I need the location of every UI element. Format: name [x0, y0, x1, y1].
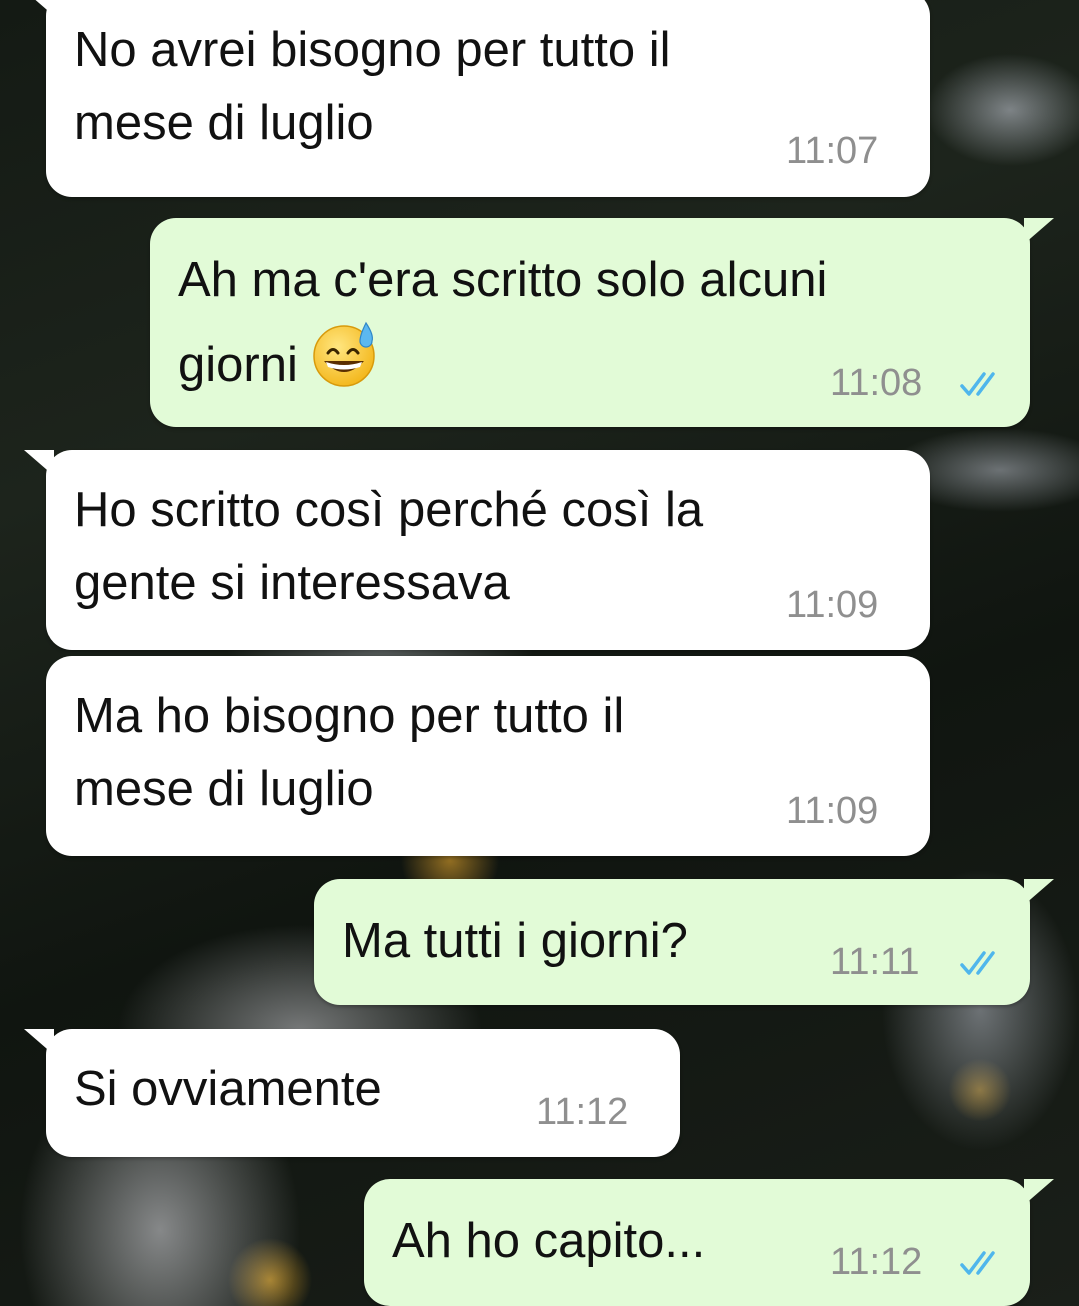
message-bubble-outgoing[interactable]: Ah ho capito... 11:12 [364, 1179, 1054, 1306]
message-line: Ma tutti i giorni? [342, 914, 688, 968]
message-bubble-incoming[interactable]: Ma ho bisogno per tutto il mese di lugli… [46, 656, 930, 856]
message-line: Si ovviamente [74, 1062, 382, 1116]
message-bubble-incoming[interactable]: Si ovviamente 11:12 [24, 1029, 680, 1157]
message-text: Si ovviamente [74, 1053, 382, 1126]
message-line: giorni [178, 338, 298, 392]
message-text: Ah ma c'era scritto solo alcuni giorni [178, 244, 827, 410]
message-text: Ma tutti i giorni? [342, 905, 688, 978]
read-ticks-icon [960, 1251, 995, 1275]
message-bubble-outgoing[interactable]: Ah ma c'era scritto solo alcuni giorni 1… [150, 218, 1054, 427]
message-timestamp: 11:07 [786, 130, 879, 172]
message-text: No avrei bisogno per tutto il mese di lu… [74, 14, 671, 160]
chat-conversation: No avrei bisogno per tutto il mese di lu… [0, 0, 1079, 1306]
message-line: gente si interessava [74, 556, 510, 610]
message-line: Ah ma c'era scritto solo alcuni [178, 253, 828, 307]
message-line: Ah ho capito... [392, 1214, 706, 1268]
message-timestamp: 11:09 [786, 584, 879, 626]
message-text: Ma ho bisogno per tutto il mese di lugli… [74, 680, 624, 826]
read-ticks-icon [960, 372, 995, 396]
message-timestamp: 11:12 [536, 1091, 629, 1133]
message-line: Ho scritto così perché così la [74, 483, 704, 537]
message-bubble-outgoing[interactable]: Ma tutti i giorni? 11:11 [314, 879, 1054, 1005]
message-line: mese di luglio [74, 96, 374, 150]
message-line: No avrei bisogno per tutto il [74, 23, 671, 77]
message-timestamp: 11:09 [786, 790, 879, 832]
message-text: Ho scritto così perché così la gente si … [74, 474, 703, 620]
grinning-sweat-emoji [310, 317, 382, 410]
read-ticks-icon [960, 951, 995, 975]
message-timestamp: 11:11 [830, 941, 920, 983]
message-timestamp: 11:08 [830, 362, 923, 404]
message-bubble-incoming[interactable]: Ho scritto così perché così la gente si … [24, 450, 930, 650]
message-text: Ah ho capito... [392, 1205, 705, 1278]
message-line: mese di luglio [74, 762, 374, 816]
message-timestamp: 11:12 [830, 1241, 923, 1283]
message-bubble-incoming[interactable]: No avrei bisogno per tutto il mese di lu… [24, 0, 930, 197]
message-line: Ma ho bisogno per tutto il [74, 689, 625, 743]
